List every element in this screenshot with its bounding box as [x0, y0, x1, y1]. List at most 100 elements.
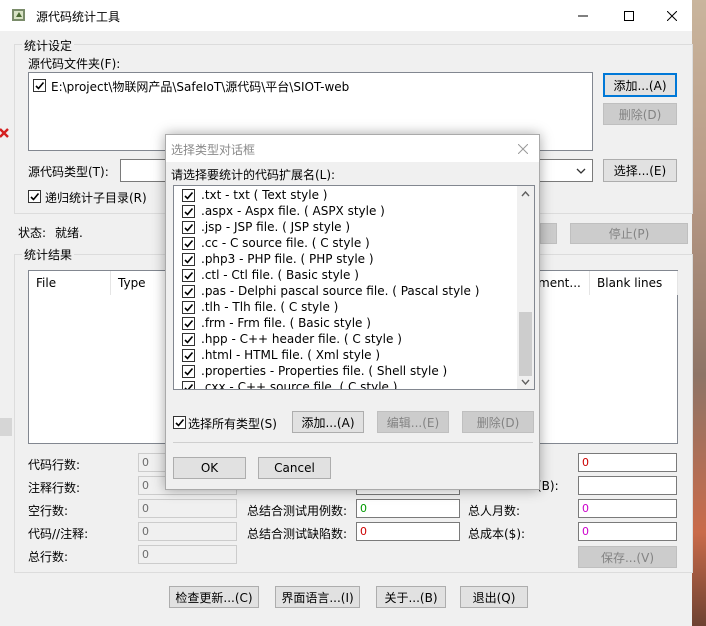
select-types-button[interactable]: 选择...(E) [603, 159, 677, 182]
item-checkbox[interactable] [182, 316, 195, 330]
save-button[interactable]: 保存...(V) [578, 546, 677, 568]
folder-label: 源代码文件夹(F): [28, 57, 121, 71]
list-item[interactable]: .properties - Properties file. ( Shell s… [176, 363, 516, 379]
type-label: 源代码类型(T): [28, 165, 109, 179]
partial-b-label: (B): [537, 479, 559, 493]
dialog-title: 选择类型对话框 [171, 143, 256, 157]
check-icon [184, 287, 194, 296]
list-item[interactable]: .ctl - Ctl file. ( Basic style ) [176, 267, 516, 283]
item-checkbox[interactable] [182, 300, 195, 314]
check-icon [184, 223, 194, 232]
blank-lines-label: 空行数: [28, 504, 69, 518]
column-header-type[interactable]: Type [111, 271, 171, 295]
list-item[interactable]: .txt - txt ( Text style ) [176, 187, 516, 203]
maximize-icon [624, 10, 634, 21]
item-checkbox[interactable] [182, 348, 195, 362]
item-label: .hpp - C++ header file. ( C style ) [201, 332, 402, 346]
item-label: .ctl - Ctl file. ( Basic style ) [201, 268, 359, 282]
list-item[interactable]: .cxx - C++ source file. ( C style ) [176, 379, 516, 390]
item-checkbox[interactable] [182, 268, 195, 282]
item-label: .properties - Properties file. ( Shell s… [201, 364, 448, 378]
check-icon [184, 207, 194, 216]
list-item[interactable]: .php3 - PHP file. ( PHP style ) [176, 251, 516, 267]
total-person-months-value: 0 [578, 499, 677, 518]
list-item[interactable]: .aspx - Aspx file. ( ASPX style ) [176, 203, 516, 219]
scroll-thumb[interactable] [519, 312, 532, 376]
item-checkbox[interactable] [182, 220, 195, 234]
comment-lines-label: 注释行数: [28, 481, 81, 495]
left-partial-panel [0, 418, 12, 436]
minimize-button[interactable] [560, 0, 606, 31]
dialog-delete-button[interactable]: 删除(D) [462, 411, 534, 433]
exit-button[interactable]: 退出(Q) [460, 586, 528, 608]
list-item[interactable]: .cc - C source file. ( C style ) [176, 235, 516, 251]
item-checkbox[interactable] [182, 236, 195, 250]
list-item[interactable]: .hpp - C++ header file. ( C style ) [176, 331, 516, 347]
column-header-blank-lines[interactable]: Blank lines [590, 271, 678, 295]
select-all-checkbox[interactable] [173, 416, 186, 429]
list-item[interactable]: .html - HTML file. ( Xml style ) [176, 347, 516, 363]
scroll-down-icon[interactable] [521, 379, 530, 385]
column-header-file[interactable]: File [29, 271, 111, 295]
list-item[interactable]: .pas - Delphi pascal source file. ( Pasc… [176, 283, 516, 299]
column-header-comment[interactable]: ment... [534, 271, 590, 295]
total-lines-label: 总行数: [28, 550, 69, 564]
background-strip [692, 0, 706, 626]
item-label: .cxx - C++ source file. ( C style ) [201, 380, 398, 390]
code-comment-ratio-label: 代码//注释: [28, 527, 89, 541]
dialog-separator [173, 442, 533, 443]
check-icon [184, 239, 194, 248]
close-button[interactable] [652, 0, 692, 31]
scroll-up-icon[interactable] [521, 191, 530, 197]
chevron-down-icon [576, 168, 586, 174]
list-item[interactable]: .tlh - Tlh file. ( C style ) [176, 299, 516, 315]
item-checkbox[interactable] [182, 188, 195, 202]
item-checkbox[interactable] [182, 284, 195, 298]
about-button[interactable]: 关于...(B) [376, 586, 446, 608]
total-cost-label: 总成本($): [468, 527, 526, 541]
item-checkbox[interactable] [182, 252, 195, 266]
list-item[interactable]: .jsp - JSP file. ( JSP style ) [176, 219, 516, 235]
dialog-prompt: 请选择要统计的代码扩展名(L): [171, 168, 336, 182]
check-icon [175, 418, 185, 427]
item-checkbox[interactable] [182, 364, 195, 378]
check-icon [184, 335, 194, 344]
recursive-label: 递归统计子目录(R) [45, 191, 147, 205]
start-button-partial[interactable] [540, 223, 557, 244]
check-icon [184, 271, 194, 280]
status-value: 就绪. [55, 226, 83, 240]
list-scrollbar[interactable] [517, 186, 534, 389]
right-partial-value [578, 476, 677, 495]
item-checkbox[interactable] [182, 380, 195, 389]
code-comment-ratio-value: 0 [138, 522, 237, 541]
maximize-button[interactable] [606, 0, 652, 31]
dialog-close-button[interactable] [515, 141, 531, 157]
item-label: .jsp - JSP file. ( JSP style ) [201, 220, 351, 234]
settings-group-label: 统计设定 [22, 37, 75, 54]
minimize-icon [578, 15, 588, 16]
dialog-add-button[interactable]: 添加...(A) [292, 411, 364, 433]
close-icon [518, 144, 528, 154]
folder-entry: E:\project\物联网产品\SafeIoT\源代码\平台\SIOT-web [51, 80, 350, 94]
total-person-months-label: 总人月数: [468, 504, 521, 518]
delete-folder-button[interactable]: 删除(D) [603, 103, 677, 125]
item-label: .frm - Frm file. ( Basic style ) [201, 316, 371, 330]
ui-language-button[interactable]: 界面语言...(I) [275, 586, 360, 608]
ok-button[interactable]: OK [173, 457, 246, 479]
extension-list[interactable]: .txt - txt ( Text style ) .aspx - Aspx f… [173, 185, 535, 390]
list-item[interactable]: .frm - Frm file. ( Basic style ) [176, 315, 516, 331]
error-mark-icon [0, 128, 9, 138]
recursive-checkbox[interactable] [28, 190, 41, 203]
item-checkbox[interactable] [182, 204, 195, 218]
check-icon [184, 383, 194, 389]
item-checkbox[interactable] [182, 332, 195, 346]
select-type-dialog: 选择类型对话框 请选择要统计的代码扩展名(L): .txt - txt ( Te… [165, 134, 540, 490]
check-icon [184, 351, 194, 360]
stop-button[interactable]: 停止(P) [570, 223, 688, 244]
cancel-button[interactable]: Cancel [258, 457, 331, 479]
add-folder-button[interactable]: 添加...(A) [603, 73, 677, 97]
folder-checkbox[interactable] [33, 79, 46, 92]
dialog-edit-button[interactable]: 编辑...(E) [377, 411, 449, 433]
check-update-button[interactable]: 检查更新...(C) [169, 586, 259, 608]
item-label: .aspx - Aspx file. ( ASPX style ) [201, 204, 385, 218]
